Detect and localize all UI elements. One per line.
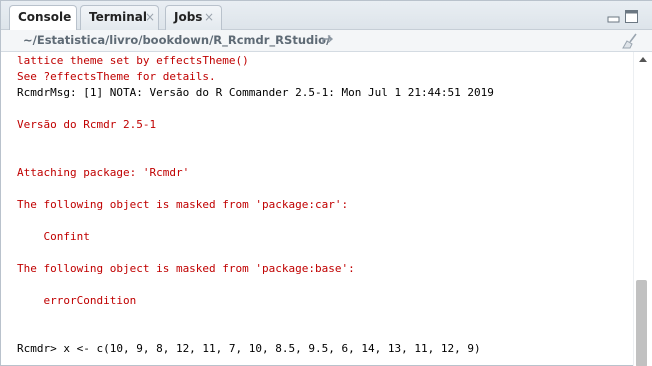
close-icon[interactable]: × [145,6,155,28]
working-directory-path[interactable]: ~/Estatistica/livro/bookdown/R_Rcmdr_RSt… [23,32,330,48]
minimize-pane-icon[interactable] [607,10,620,23]
scroll-up-arrow-icon[interactable] [639,57,647,62]
maximize-pane-icon[interactable] [625,10,638,23]
console-line: Versão do Rcmdr 2.5-1 [17,118,157,131]
tab-console[interactable]: Console [9,5,77,31]
console-line: See ?effectsTheme for details. [17,70,216,83]
console-line: lattice theme set by effectsTheme() [17,54,249,67]
working-directory-bar: ~/Estatistica/livro/bookdown/R_Rcmdr_RSt… [1,30,652,52]
console-pane: Console Terminal × Jobs × ~/Estatistica/… [0,0,652,366]
tab-jobs-label: Jobs [174,10,203,24]
console-line: errorCondition [17,294,137,307]
tab-terminal-label: Terminal [89,10,148,24]
console-line: The following object is masked from 'pac… [17,262,355,275]
tab-console-label: Console [18,10,72,24]
broom-icon[interactable] [621,33,639,49]
console-line: Confint [17,230,90,243]
console-line: RcmdrMsg: [1] NOTA: Versão do R Commande… [17,86,494,99]
arrow-right-icon[interactable] [321,32,335,46]
vertical-scrollbar[interactable] [633,52,652,366]
tab-jobs[interactable]: Jobs × [165,5,222,30]
close-icon[interactable]: × [204,6,214,28]
console-line: The following object is masked from 'pac… [17,198,349,211]
console-prompt-line[interactable]: Rcmdr> x <- c(10, 9, 8, 12, 11, 7, 10, 8… [17,342,481,356]
console-output[interactable]: lattice theme set by effectsTheme() See … [1,52,633,366]
tab-terminal[interactable]: Terminal × [80,5,159,30]
scrollbar-thumb[interactable] [636,280,647,366]
tab-bar: Console Terminal × Jobs × [1,1,652,31]
console-line: Attaching package: 'Rcmdr' [17,166,190,179]
